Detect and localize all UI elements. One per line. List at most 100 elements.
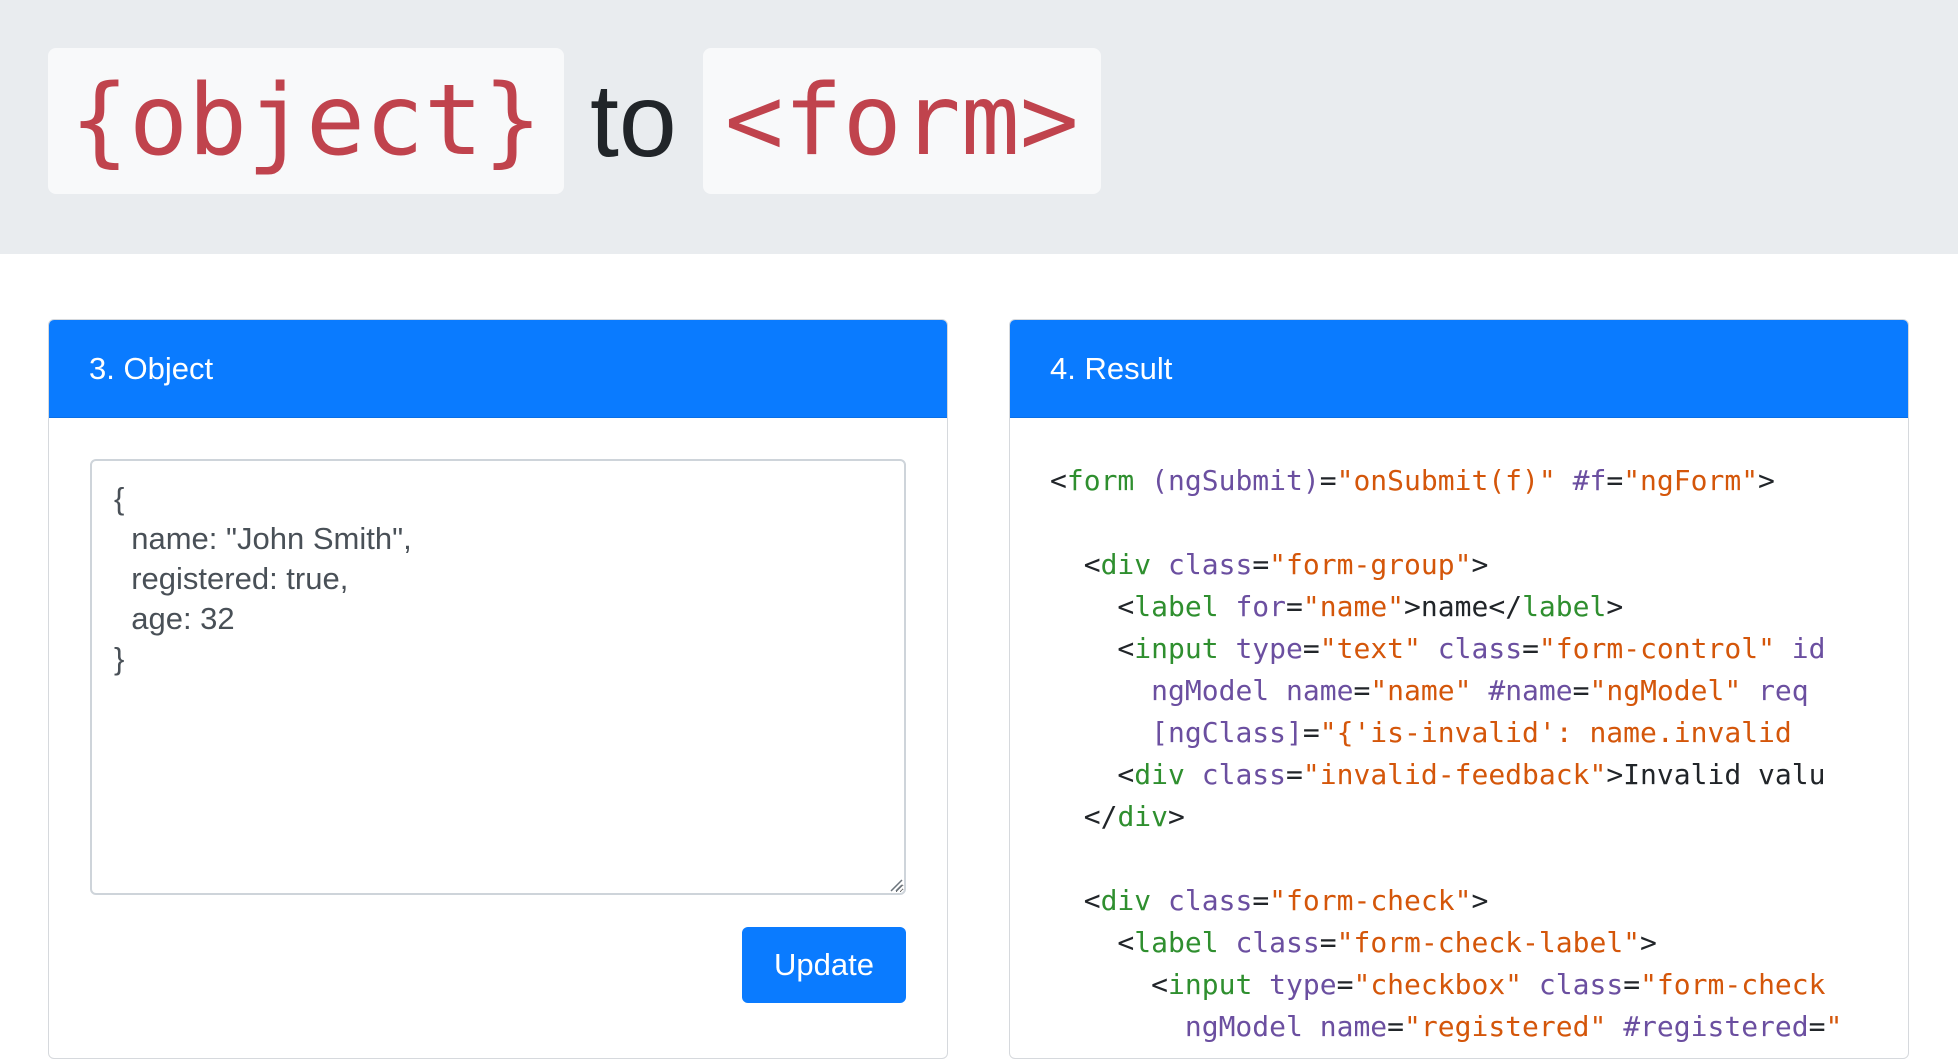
code-line: <div class="form-check"> [1050,880,1876,922]
code-token: div [1117,800,1169,833]
code-line: [ngClass]="{'is-invalid': name.invalid [1050,712,1876,754]
code-token: ngModel [1151,674,1270,707]
code-token: name [1319,1010,1388,1043]
code-line: <label class="form-check-label"> [1050,922,1876,964]
code-token: "form-group" [1269,548,1472,581]
code-token: < [1050,632,1135,665]
code-line: <div class="form-group"> [1050,544,1876,586]
code-token: label [1134,590,1219,623]
code-token: >name</ [1404,590,1523,623]
code-token: class [1538,968,1624,1001]
code-token: "text" [1319,632,1421,665]
code-token: id [1791,632,1826,665]
code-line: <label for="name">name</label> [1050,586,1876,628]
code-token: req [1758,674,1809,707]
code-line: <input type="text" class="form-control" … [1050,628,1876,670]
code-token: = [1522,632,1539,665]
object-textarea[interactable]: { name: "John Smith", registered: true, … [90,459,906,895]
code-token: > [1471,548,1489,581]
code-token: < [1050,926,1135,959]
code-token: "ngForm" [1623,464,1759,497]
code-token: = [1302,632,1320,665]
code-token: class [1168,548,1253,581]
code-token: = [1572,674,1590,707]
code-token: div [1100,548,1152,581]
code-token: " [1825,1010,1843,1043]
code-token: "registered" [1404,1010,1607,1043]
code-token: #name [1488,674,1573,707]
code-token: < [1050,548,1101,581]
code-token: > [1471,884,1489,917]
object-card: 3. Object { name: "John Smith", register… [48,319,948,1059]
hero-banner: {object} to <form> [0,0,1958,254]
code-token: = [1606,464,1624,497]
code-line: <input type="checkbox" class="form-check [1050,964,1876,1006]
code-token: name [1286,674,1354,707]
code-token: = [1252,548,1270,581]
code-token: "form-control" [1538,632,1775,665]
code-token: = [1302,716,1320,749]
code-token: < [1050,968,1169,1001]
code-token: = [1319,464,1337,497]
code-token: div [1100,884,1152,917]
code-token: < [1050,464,1067,497]
code-token: "{'is-invalid': name.invalid [1319,716,1792,749]
code-token: class [1201,758,1287,791]
code-line: ngModel name="name" #name="ngModel" req [1050,670,1876,712]
code-token: < [1050,884,1101,917]
code-token: < [1050,758,1135,791]
resize-grip-icon[interactable] [887,876,903,892]
code-token: > [1606,590,1624,623]
code-token: "name" [1370,674,1472,707]
code-token: "form-check" [1269,884,1472,917]
code-token: = [1319,926,1337,959]
code-token: "form-check [1640,968,1826,1001]
code-token: = [1336,968,1354,1001]
code-token: = [1623,968,1641,1001]
code-line: </div> [1050,796,1876,838]
update-button[interactable]: Update [742,927,906,1003]
code-token: "name" [1302,590,1405,623]
code-token: for [1235,590,1287,623]
code-token: </ [1050,800,1118,833]
code-token: > [1758,464,1775,497]
code-token: "ngModel" [1589,674,1742,707]
code-token: class [1168,884,1253,917]
code-token: label [1522,590,1607,623]
code-line: ngModel name="registered" #registered=" [1050,1006,1876,1048]
code-token: "invalid-feedback" [1302,758,1607,791]
code-token: [ngClass] [1151,716,1303,749]
code-line: <form (ngSubmit)="onSubmit(f)" #f="ngFor… [1050,460,1876,502]
object-chip: {object} [48,48,565,194]
code-token: ngModel [1184,1010,1303,1043]
code-token: type [1235,632,1303,665]
code-token: input [1134,632,1219,665]
code-token: div [1134,758,1185,791]
code-token: #registered [1623,1010,1809,1043]
code-token: input [1168,968,1253,1001]
object-card-header: 3. Object [49,320,947,418]
code-token: > [1640,926,1657,959]
code-token: < [1050,590,1135,623]
code-token: class [1437,632,1523,665]
